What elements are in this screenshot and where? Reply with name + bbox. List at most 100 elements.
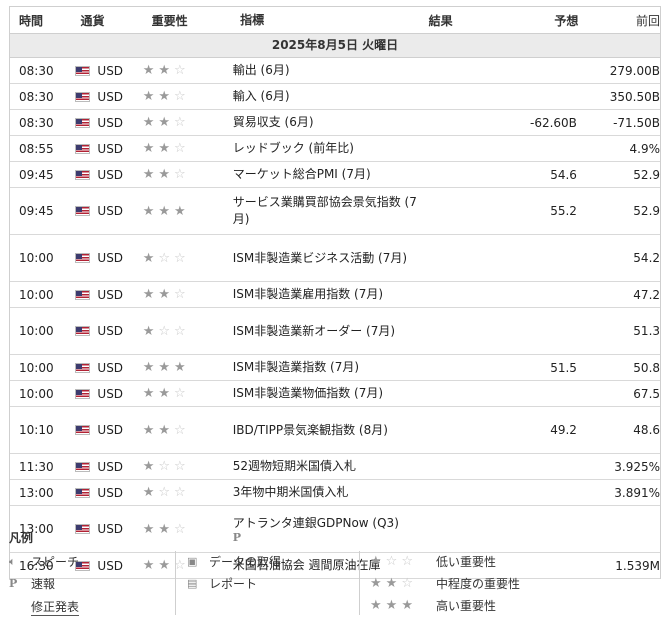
table-row[interactable]: 10:10 USD ★ ★ ☆ IBD/TIPP景気楽観指数 (8月) 49.2 48.6 bbox=[10, 407, 660, 454]
header-importance[interactable]: 重要性 bbox=[145, 12, 240, 29]
indicator-name[interactable]: 3年物中期米国債入札 bbox=[233, 485, 349, 499]
currency-code: USD bbox=[97, 204, 124, 218]
row-previous: 350.50B bbox=[609, 89, 661, 104]
star-filled-icon: ★ bbox=[142, 558, 155, 573]
indicator-name[interactable]: アトランタ連銀GDPNow (Q3) bbox=[233, 516, 399, 530]
star-filled-icon: ★ bbox=[158, 63, 170, 78]
table-row[interactable]: 10:00 USD ★ ★ ☆ ISM非製造業物価指数 (7月) 67.5 bbox=[10, 381, 660, 407]
star-filled-icon: ★ bbox=[158, 558, 170, 573]
indicator-name[interactable]: 貿易収支 (6月) bbox=[233, 115, 314, 129]
indicator-name[interactable]: ISM非製造業指数 (7月) bbox=[233, 360, 359, 374]
row-time: 10:00 bbox=[19, 386, 54, 401]
header-actual[interactable]: 結果 bbox=[429, 12, 511, 29]
star-filled-icon: ★ bbox=[158, 521, 170, 537]
indicator-name[interactable]: レッドブック (前年比) bbox=[233, 141, 354, 155]
indicator-name[interactable]: IBD/TIPP景気楽観指数 (8月) bbox=[233, 423, 388, 437]
legend-data-retrieval: ▣ データの取得 bbox=[187, 555, 282, 569]
indicator-name[interactable]: ISM非製造業新オーダー (7月) bbox=[233, 324, 395, 338]
table-row[interactable]: 08:55 USD ★ ★ ☆ レッドブック (前年比) 4.9% bbox=[10, 136, 660, 162]
legend-title: 凡例 bbox=[9, 531, 34, 545]
row-indicator[interactable]: レッドブック (前年比) bbox=[233, 140, 425, 157]
importance-stars: ★ ★ ☆ bbox=[141, 116, 233, 129]
header-currency[interactable]: 通貨 bbox=[72, 12, 144, 29]
star-filled-icon: ★ bbox=[142, 360, 155, 375]
indicator-name[interactable]: サービス業購買部協会景気指数 (7月) bbox=[233, 195, 417, 226]
header-previous[interactable]: 前回 bbox=[578, 12, 660, 29]
row-time: 10:00 bbox=[19, 251, 54, 265]
row-indicator[interactable]: ISM非製造業物価指数 (7月) bbox=[233, 385, 425, 402]
row-indicator[interactable]: ISM非製造業新オーダー (7月) bbox=[233, 323, 425, 340]
legend-revised[interactable]: 修正発表 bbox=[31, 598, 80, 616]
row-currency: USD bbox=[73, 559, 140, 573]
row-indicator[interactable]: 貿易収支 (6月) bbox=[233, 114, 425, 131]
star-filled-icon: ★ bbox=[158, 386, 170, 401]
row-currency: USD bbox=[73, 423, 140, 437]
indicator-name[interactable]: ISM非製造業ビジネス活動 (7月) bbox=[233, 251, 407, 265]
row-currency: USD bbox=[73, 460, 140, 474]
table-row[interactable]: 09:45 USD ★ ★ ★ サービス業購買部協会景気指数 (7月) 55.2 52.9 bbox=[10, 188, 660, 235]
table-row[interactable]: 13:00 USD ★ ☆ ☆ 3年物中期米国債入札 3.891% bbox=[10, 480, 660, 506]
table-row[interactable]: 09:45 USD ★ ★ ☆ マーケット総合PMI (7月) 54.6 52.9 bbox=[10, 162, 660, 188]
star-empty-icon: ☆ bbox=[174, 485, 186, 500]
header-forecast[interactable]: 予想 bbox=[510, 12, 578, 29]
table-row[interactable]: 10:00 USD ★ ☆ ☆ ISM非製造業新オーダー (7月) 51.3 bbox=[10, 308, 660, 355]
row-indicator[interactable]: IBD/TIPP景気楽観指数 (8月) bbox=[233, 422, 425, 439]
table-row[interactable]: 10:00 USD ★ ★ ☆ ISM非製造業雇用指数 (7月) 47.2 bbox=[10, 282, 660, 308]
indicator-name[interactable]: 52週物短期米国債入札 bbox=[233, 459, 356, 473]
star-filled-icon: ★ bbox=[158, 422, 170, 438]
star-empty-icon: ☆ bbox=[174, 167, 186, 182]
row-indicator[interactable]: アトランタ連銀GDPNow (Q3) P bbox=[233, 515, 425, 544]
indicator-name[interactable]: ISM非製造業物価指数 (7月) bbox=[233, 386, 383, 400]
indicator-name[interactable]: 輸入 (6月) bbox=[233, 89, 290, 103]
table-row[interactable]: 08:30 USD ★ ★ ☆ 輸入 (6月) 350.50B bbox=[10, 84, 660, 110]
star-filled-icon: ★ bbox=[142, 521, 155, 537]
table-row[interactable]: 08:30 USD ★ ★ ☆ 輸出 (6月) 279.00B bbox=[10, 58, 660, 84]
row-indicator[interactable]: 輸入 (6月) bbox=[233, 88, 425, 105]
importance-stars: ★ ★ ☆ bbox=[141, 168, 233, 181]
currency-code: USD bbox=[97, 459, 124, 474]
row-previous: 51.3 bbox=[633, 324, 661, 338]
importance-stars: ★ ★ ☆ bbox=[141, 387, 233, 400]
star-filled-icon: ★ bbox=[158, 141, 170, 156]
table-row[interactable]: 13:00 USD ★ ★ ☆ アトランタ連銀GDPNow (Q3) P bbox=[10, 506, 660, 553]
row-indicator[interactable]: 3年物中期米国債入札 bbox=[233, 484, 425, 501]
star-empty-icon: ☆ bbox=[174, 250, 186, 266]
row-previous: 50.8 bbox=[633, 360, 661, 375]
row-previous: -71.50B bbox=[613, 115, 661, 130]
indicator-name[interactable]: ISM非製造業雇用指数 (7月) bbox=[233, 287, 383, 301]
row-forecast: 49.2 bbox=[550, 423, 577, 437]
importance-stars: ★ ★ ☆ bbox=[141, 288, 233, 301]
table-row[interactable]: 08:30 USD ★ ★ ☆ 貿易収支 (6月) -62.60B -71.50B bbox=[10, 110, 660, 136]
table-row[interactable]: 16:30 USD ★ ★ ☆ 米国石油協会 週間原油在庫 1.539M bbox=[10, 553, 660, 579]
row-indicator[interactable]: サービス業購買部協会景気指数 (7月) bbox=[233, 194, 425, 228]
row-indicator[interactable]: 52週物短期米国債入札 bbox=[233, 458, 425, 475]
importance-stars: ★ ★ ☆ bbox=[141, 523, 233, 536]
star-filled-icon: ★ bbox=[142, 287, 155, 302]
row-indicator[interactable]: マーケット総合PMI (7月) bbox=[233, 166, 425, 183]
row-indicator[interactable]: ISM非製造業指数 (7月) bbox=[233, 359, 425, 376]
row-indicator[interactable]: ISM非製造業雇用指数 (7月) bbox=[233, 286, 425, 303]
row-currency: USD bbox=[73, 142, 140, 156]
us-flag-icon bbox=[75, 388, 91, 399]
table-row[interactable]: 10:00 USD ★ ★ ★ ISM非製造業指数 (7月) 51.5 50.8 bbox=[10, 355, 660, 381]
currency-code: USD bbox=[97, 287, 124, 302]
table-row[interactable]: 11:30 USD ★ ☆ ☆ 52週物短期米国債入札 3.925% bbox=[10, 454, 660, 480]
star-filled-icon: ★ bbox=[174, 203, 186, 219]
importance-stars: ★ ☆ ☆ bbox=[141, 486, 233, 499]
table-body: 08:30 USD ★ ★ ☆ 輸出 (6月) 279.00B 08:30 USD ★ ★ ☆ 輸入 (… bbox=[10, 58, 660, 579]
table-row[interactable]: 10:00 USD ★ ☆ ☆ ISM非製造業ビジネス活動 (7月) 54.2 bbox=[10, 235, 660, 282]
us-flag-icon bbox=[75, 289, 91, 300]
importance-stars: ★ ★ ★ bbox=[141, 361, 233, 374]
importance-stars: ★ ☆ ☆ bbox=[141, 460, 233, 473]
indicator-name[interactable]: マーケット総合PMI (7月) bbox=[233, 167, 371, 181]
importance-stars: ★ ★ ☆ bbox=[141, 90, 233, 103]
row-indicator[interactable]: ISM非製造業ビジネス活動 (7月) bbox=[233, 250, 425, 267]
row-forecast: 55.2 bbox=[550, 204, 577, 218]
star-filled-icon: ★ bbox=[142, 167, 155, 182]
row-indicator[interactable]: 輸出 (6月) bbox=[233, 62, 425, 79]
indicator-name[interactable]: 輸出 (6月) bbox=[233, 63, 290, 77]
row-time: 09:45 bbox=[19, 167, 54, 182]
star-empty-icon: ☆ bbox=[158, 459, 170, 474]
header-indicator[interactable]: 指標 bbox=[240, 12, 429, 29]
header-time[interactable]: 時間 bbox=[10, 12, 72, 29]
